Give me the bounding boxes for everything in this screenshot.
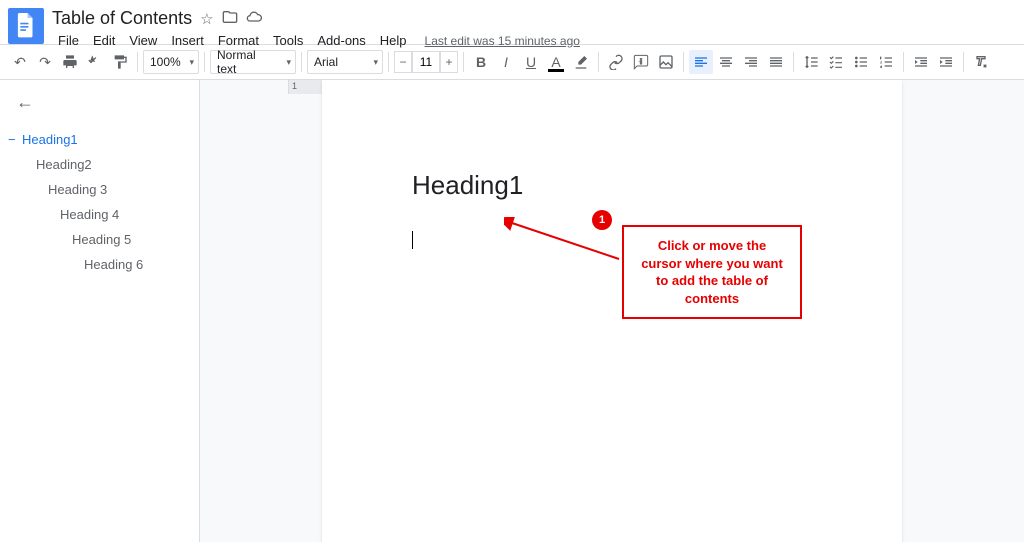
italic-button[interactable]: I <box>494 50 518 74</box>
menu-bar: File Edit View Insert Format Tools Add-o… <box>52 31 580 50</box>
last-edit-link[interactable]: Last edit was 15 minutes ago <box>425 34 580 48</box>
cloud-status-icon[interactable] <box>246 9 262 29</box>
numbered-list-button[interactable] <box>874 50 898 74</box>
separator <box>963 52 964 72</box>
star-icon[interactable]: ☆ <box>200 10 213 28</box>
menu-view[interactable]: View <box>123 31 163 50</box>
toolbar: ↶ ↷ 100% Normal text Arial − + B I U A + <box>0 44 1024 80</box>
align-justify-button[interactable] <box>764 50 788 74</box>
checklist-button[interactable] <box>824 50 848 74</box>
decrease-indent-button[interactable] <box>909 50 933 74</box>
outline-panel: ← Heading1 Heading2 Heading 3 Heading 4 … <box>0 80 200 542</box>
font-size-decrease[interactable]: − <box>394 51 412 73</box>
menu-file[interactable]: File <box>52 31 85 50</box>
document-canvas[interactable]: 1 2 3 4 5 6 7 Heading1 1 Click or move <box>200 80 1024 542</box>
style-select[interactable]: Normal text <box>210 50 296 74</box>
text-cursor <box>412 231 413 249</box>
align-right-button[interactable] <box>739 50 763 74</box>
highlight-button[interactable] <box>569 50 593 74</box>
undo-button[interactable]: ↶ <box>8 50 32 74</box>
menu-insert[interactable]: Insert <box>165 31 210 50</box>
document-page[interactable]: Heading1 1 Click or move the cursor wher… <box>322 80 902 542</box>
page-heading-1[interactable]: Heading1 <box>412 170 812 201</box>
increase-indent-button[interactable] <box>934 50 958 74</box>
font-size-input[interactable] <box>412 51 440 73</box>
annotation-text: Click or move the cursor where you want … <box>638 237 786 307</box>
outline-item-h5[interactable]: Heading 5 <box>8 227 191 252</box>
doc-title[interactable]: Table of Contents <box>52 8 192 29</box>
outline-item-h6[interactable]: Heading 6 <box>8 252 191 277</box>
insert-image-button[interactable] <box>654 50 678 74</box>
outline-close-icon[interactable]: ← <box>16 92 191 113</box>
separator <box>903 52 904 72</box>
zoom-select[interactable]: 100% <box>143 50 199 74</box>
annotation-box: Click or move the cursor where you want … <box>622 225 802 319</box>
separator <box>463 52 464 72</box>
docs-file-icon <box>16 13 36 39</box>
font-select[interactable]: Arial <box>307 50 383 74</box>
font-size-increase[interactable]: + <box>440 51 458 73</box>
title-area: Table of Contents ☆ File Edit View Inser… <box>52 8 580 50</box>
outline-item-h1[interactable]: Heading1 <box>8 127 191 152</box>
separator <box>204 52 205 72</box>
align-center-button[interactable] <box>714 50 738 74</box>
separator <box>137 52 138 72</box>
separator <box>793 52 794 72</box>
outline-item-h3[interactable]: Heading 3 <box>8 177 191 202</box>
outline-item-h4[interactable]: Heading 4 <box>8 202 191 227</box>
main-area: ← Heading1 Heading2 Heading 3 Heading 4 … <box>0 80 1024 542</box>
annotation-callout: 1 Click or move the cursor where you wan… <box>622 225 802 319</box>
add-comment-button[interactable]: + <box>629 50 653 74</box>
menu-help[interactable]: Help <box>374 31 413 50</box>
annotation-arrow-icon <box>504 217 624 267</box>
move-icon[interactable] <box>222 9 238 29</box>
font-size-stepper: − + <box>394 51 458 73</box>
paint-format-button[interactable] <box>108 50 132 74</box>
svg-text:+: + <box>638 58 642 65</box>
docs-logo[interactable] <box>8 8 44 44</box>
title-row: Table of Contents ☆ <box>52 8 580 29</box>
separator <box>683 52 684 72</box>
align-left-button[interactable] <box>689 50 713 74</box>
bulleted-list-button[interactable] <box>849 50 873 74</box>
redo-button[interactable]: ↷ <box>33 50 57 74</box>
outline-item-h2[interactable]: Heading2 <box>8 152 191 177</box>
underline-button[interactable]: U <box>519 50 543 74</box>
print-button[interactable] <box>58 50 82 74</box>
bold-button[interactable]: B <box>469 50 493 74</box>
menu-edit[interactable]: Edit <box>87 31 121 50</box>
separator <box>598 52 599 72</box>
menu-addons[interactable]: Add-ons <box>311 31 371 50</box>
separator <box>388 52 389 72</box>
insert-link-button[interactable] <box>604 50 628 74</box>
clear-formatting-button[interactable] <box>969 50 993 74</box>
app-header: Table of Contents ☆ File Edit View Inser… <box>0 0 1024 44</box>
ruler-mark: 1 <box>292 81 297 91</box>
text-color-button[interactable]: A <box>544 50 568 74</box>
spellcheck-button[interactable] <box>83 50 107 74</box>
line-spacing-button[interactable] <box>799 50 823 74</box>
annotation-badge: 1 <box>592 210 612 230</box>
separator <box>301 52 302 72</box>
